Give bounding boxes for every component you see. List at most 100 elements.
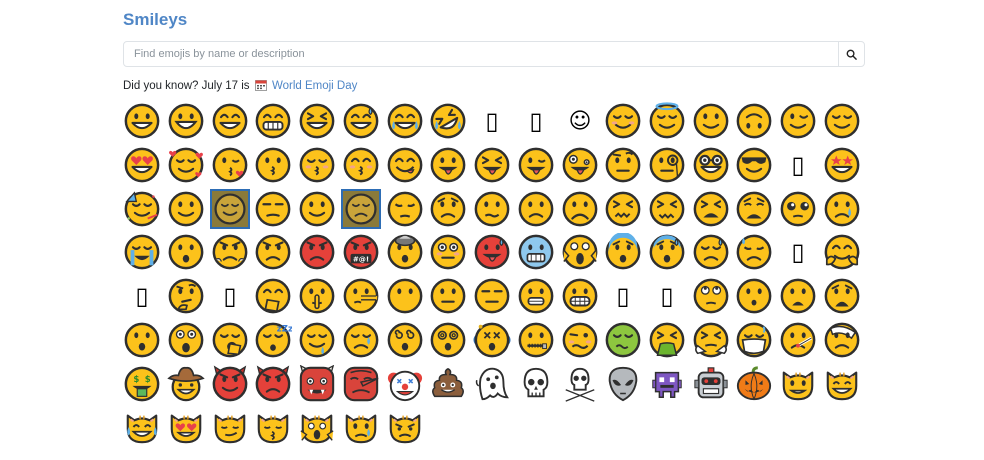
emoji-button[interactable] xyxy=(122,232,162,272)
emoji-button[interactable] xyxy=(210,145,250,185)
emoji-button[interactable] xyxy=(122,189,162,229)
emoji-button[interactable] xyxy=(210,232,250,272)
emoji-button[interactable] xyxy=(166,320,206,360)
emoji-button[interactable] xyxy=(166,232,206,272)
emoji-button[interactable]: zZz xyxy=(253,320,293,360)
emoji-button[interactable] xyxy=(560,145,600,185)
emoji-button[interactable]: ▯ xyxy=(603,276,643,316)
emoji-button[interactable] xyxy=(691,145,731,185)
emoji-button[interactable] xyxy=(603,101,643,141)
emoji-button[interactable] xyxy=(166,407,206,447)
world-emoji-day-link[interactable]: World Emoji Day xyxy=(272,80,357,92)
emoji-button[interactable] xyxy=(691,320,731,360)
emoji-button[interactable] xyxy=(341,145,381,185)
emoji-button[interactable]: ▯ xyxy=(778,145,818,185)
emoji-button[interactable] xyxy=(734,276,774,316)
emoji-button[interactable] xyxy=(472,276,512,316)
emoji-button[interactable] xyxy=(253,407,293,447)
emoji-button[interactable]: ☺ xyxy=(560,101,600,141)
emoji-button[interactable] xyxy=(297,189,337,229)
emoji-button[interactable] xyxy=(560,189,600,229)
emoji-button[interactable] xyxy=(297,232,337,272)
emoji-button[interactable] xyxy=(341,189,381,229)
emoji-button[interactable] xyxy=(385,101,425,141)
emoji-button[interactable] xyxy=(428,189,468,229)
emoji-button[interactable] xyxy=(778,320,818,360)
emoji-button[interactable]: ▯ xyxy=(516,101,556,141)
emoji-button[interactable] xyxy=(734,101,774,141)
emoji-button[interactable] xyxy=(210,189,250,229)
emoji-button[interactable] xyxy=(560,276,600,316)
emoji-button[interactable] xyxy=(691,276,731,316)
emoji-button[interactable] xyxy=(560,364,600,404)
emoji-button[interactable] xyxy=(253,145,293,185)
emoji-button[interactable] xyxy=(603,145,643,185)
emoji-button[interactable] xyxy=(341,320,381,360)
emoji-button[interactable] xyxy=(516,320,556,360)
emoji-button[interactable] xyxy=(428,101,468,141)
emoji-button[interactable] xyxy=(210,364,250,404)
emoji-button[interactable] xyxy=(122,407,162,447)
emoji-button[interactable]: #@! xyxy=(341,232,381,272)
emoji-button[interactable] xyxy=(297,407,337,447)
emoji-button[interactable] xyxy=(603,320,643,360)
search-button[interactable] xyxy=(838,42,864,66)
emoji-button[interactable]: ▯ xyxy=(210,276,250,316)
emoji-button[interactable] xyxy=(385,276,425,316)
emoji-button[interactable] xyxy=(253,364,293,404)
emoji-button[interactable] xyxy=(297,276,337,316)
emoji-button[interactable] xyxy=(385,320,425,360)
emoji-button[interactable] xyxy=(253,101,293,141)
emoji-button[interactable] xyxy=(822,145,862,185)
emoji-button[interactable] xyxy=(560,320,600,360)
emoji-button[interactable] xyxy=(297,145,337,185)
emoji-button[interactable] xyxy=(166,101,206,141)
emoji-button[interactable] xyxy=(472,320,512,360)
emoji-button[interactable] xyxy=(560,232,600,272)
emoji-button[interactable] xyxy=(210,101,250,141)
emoji-button[interactable] xyxy=(822,101,862,141)
emoji-button[interactable] xyxy=(428,364,468,404)
emoji-button[interactable] xyxy=(122,320,162,360)
emoji-button[interactable] xyxy=(472,232,512,272)
emoji-button[interactable] xyxy=(253,276,293,316)
emoji-button[interactable] xyxy=(822,320,862,360)
emoji-button[interactable] xyxy=(297,101,337,141)
emoji-button[interactable] xyxy=(691,364,731,404)
emoji-button[interactable] xyxy=(341,407,381,447)
emoji-button[interactable] xyxy=(516,276,556,316)
emoji-button[interactable] xyxy=(210,407,250,447)
emoji-button[interactable] xyxy=(516,189,556,229)
emoji-button[interactable] xyxy=(822,364,862,404)
emoji-button[interactable] xyxy=(122,101,162,141)
emoji-button[interactable]: ▯ xyxy=(122,276,162,316)
emoji-button[interactable] xyxy=(734,320,774,360)
emoji-button[interactable] xyxy=(734,232,774,272)
emoji-button[interactable] xyxy=(297,364,337,404)
emoji-button[interactable] xyxy=(647,145,687,185)
emoji-button[interactable] xyxy=(341,101,381,141)
emoji-button[interactable] xyxy=(472,189,512,229)
emoji-button[interactable] xyxy=(385,364,425,404)
emoji-button[interactable] xyxy=(253,189,293,229)
emoji-button[interactable] xyxy=(647,232,687,272)
emoji-button[interactable] xyxy=(603,364,643,404)
emoji-button[interactable] xyxy=(647,101,687,141)
emoji-button[interactable] xyxy=(166,189,206,229)
emoji-button[interactable] xyxy=(428,232,468,272)
emoji-button[interactable] xyxy=(385,189,425,229)
emoji-button[interactable] xyxy=(691,189,731,229)
emoji-button[interactable] xyxy=(297,320,337,360)
emoji-button[interactable] xyxy=(428,276,468,316)
emoji-button[interactable]: $ $ xyxy=(122,364,162,404)
emoji-button[interactable] xyxy=(778,189,818,229)
emoji-button[interactable] xyxy=(385,145,425,185)
emoji-button[interactable] xyxy=(428,320,468,360)
search-input[interactable] xyxy=(124,42,840,66)
emoji-button[interactable] xyxy=(166,364,206,404)
emoji-button[interactable] xyxy=(516,145,556,185)
emoji-button[interactable] xyxy=(778,364,818,404)
emoji-button[interactable]: ▯ xyxy=(647,276,687,316)
emoji-button[interactable] xyxy=(734,145,774,185)
emoji-button[interactable]: ▯ xyxy=(472,101,512,141)
